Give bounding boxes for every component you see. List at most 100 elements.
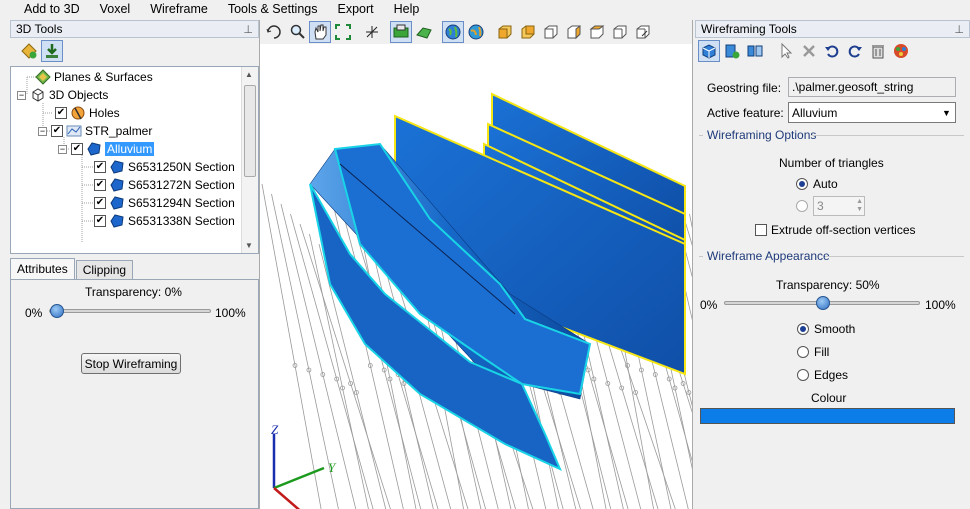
redo-button[interactable] xyxy=(844,40,866,62)
menu-help[interactable]: Help xyxy=(384,2,430,16)
menu-wireframe[interactable]: Wireframe xyxy=(140,2,218,16)
chevron-down-icon[interactable]: ▼ xyxy=(938,103,955,122)
wireframe-mode-button[interactable] xyxy=(698,40,720,62)
slider-min-label: 0% xyxy=(700,298,718,312)
pin-icon[interactable]: ⊥ xyxy=(243,23,253,36)
scroll-up-icon[interactable]: ▲ xyxy=(245,70,253,79)
surface-icon xyxy=(393,24,409,38)
menu-tools-settings[interactable]: Tools & Settings xyxy=(218,2,328,16)
tab-clipping[interactable]: Clipping xyxy=(75,260,134,279)
auto-radio[interactable] xyxy=(796,178,808,190)
appearance-transparency-slider[interactable] xyxy=(724,296,920,310)
scroll-down-icon[interactable]: ▼ xyxy=(245,241,253,250)
pan-tool-button[interactable] xyxy=(309,21,331,43)
viewport-toolbar xyxy=(260,20,692,44)
collapse-icon[interactable]: − xyxy=(38,126,47,136)
section-checkbox[interactable]: ✔ xyxy=(94,179,106,191)
manual-triangles-radio[interactable] xyxy=(796,200,808,212)
spinner-arrows-icon[interactable]: ▲ ▼ xyxy=(856,198,863,214)
cube-icon xyxy=(521,25,535,39)
colour-picker[interactable] xyxy=(700,408,955,424)
palette-icon xyxy=(894,44,908,58)
menu-voxel[interactable]: Voxel xyxy=(90,2,141,16)
view-left-button[interactable] xyxy=(540,21,562,43)
globe-icon xyxy=(445,24,461,40)
view-bottom-button[interactable] xyxy=(609,21,631,43)
slider-thumb[interactable] xyxy=(816,296,830,310)
fill-radio[interactable] xyxy=(797,346,809,358)
view-front-button[interactable] xyxy=(494,21,516,43)
globe-view-2-button[interactable] xyxy=(465,21,487,43)
tree-item-str-palmer[interactable]: − ✔ STR_palmer xyxy=(38,122,152,140)
tree-item-3d-objects[interactable]: − 3D Objects xyxy=(17,86,108,104)
tab-attributes[interactable]: Attributes xyxy=(10,258,75,279)
cube-icon xyxy=(498,25,512,39)
axes-button[interactable] xyxy=(361,21,383,43)
delete-button[interactable] xyxy=(867,40,889,62)
section-checkbox[interactable]: ✔ xyxy=(94,215,106,227)
select-tool-button[interactable] xyxy=(775,40,797,62)
drill-hole-trace xyxy=(261,183,322,509)
section-checkbox[interactable]: ✔ xyxy=(94,161,106,173)
view-iso-button[interactable] xyxy=(632,21,654,43)
tree-item-holes[interactable]: ✔ Holes xyxy=(55,104,120,122)
group-border xyxy=(699,256,703,257)
stop-wireframing-button[interactable]: Stop Wireframing xyxy=(81,353,181,374)
menu-add-to-3d[interactable]: Add to 3D xyxy=(14,2,90,16)
rotate-tool-button[interactable] xyxy=(263,21,285,43)
collapse-icon[interactable]: − xyxy=(58,144,67,154)
3d-scene[interactable]: Z Y X xyxy=(260,44,692,509)
smooth-radio[interactable] xyxy=(797,323,809,335)
slider-thumb[interactable] xyxy=(50,304,64,318)
surface-view-button[interactable] xyxy=(390,21,412,43)
tree-item-section[interactable]: ✔ S6531338N Section xyxy=(94,212,235,230)
scrollbar-thumb[interactable] xyxy=(244,85,256,177)
active-feature-select[interactable]: Alluvium ▼ xyxy=(788,102,956,123)
tree-scrollbar[interactable]: ▲ ▼ xyxy=(241,67,258,253)
holes-checkbox[interactable]: ✔ xyxy=(55,107,67,119)
fit-icon xyxy=(335,24,351,40)
cube-icon xyxy=(544,25,558,39)
delete-link-button[interactable] xyxy=(798,40,820,62)
zoom-extents-button[interactable] xyxy=(332,21,354,43)
tree-item-section[interactable]: ✔ S6531294N Section xyxy=(94,194,235,212)
add-layer-button[interactable] xyxy=(18,40,40,62)
3d-tools-title-bar: 3D Tools ⊥ xyxy=(10,20,259,38)
tree-item-planes-surfaces[interactable]: Planes & Surfaces xyxy=(35,68,153,86)
transparency-slider[interactable] xyxy=(49,304,211,318)
wireframe-view-button[interactable] xyxy=(413,21,435,43)
download-icon xyxy=(46,44,58,58)
str-palmer-checkbox[interactable]: ✔ xyxy=(51,125,63,137)
wireframing-tools-panel: Wireframing Tools ⊥ Geostring file: .\pa… xyxy=(695,20,970,509)
add-section-button[interactable] xyxy=(721,40,743,62)
tree-item-alluvium[interactable]: − ✔ Alluvium xyxy=(58,140,155,158)
view-right-button[interactable] xyxy=(563,21,585,43)
objects-icon xyxy=(30,87,46,103)
3d-viewport[interactable]: Z Y X xyxy=(259,20,693,509)
tree-item-section[interactable]: ✔ S6531250N Section xyxy=(94,158,235,176)
section-checkbox[interactable]: ✔ xyxy=(94,197,106,209)
collapse-icon[interactable]: − xyxy=(17,90,26,100)
import-button[interactable] xyxy=(41,40,63,62)
alluvium-checkbox[interactable]: ✔ xyxy=(71,143,83,155)
view-top-button[interactable] xyxy=(586,21,608,43)
geostring-file-field[interactable]: .\palmer.geosoft_string xyxy=(788,77,956,97)
undo-button[interactable] xyxy=(821,40,843,62)
edges-radio[interactable] xyxy=(797,369,809,381)
triangles-spinner[interactable]: 3 ▲ ▼ xyxy=(813,196,865,216)
pin-icon[interactable]: ⊥ xyxy=(954,23,964,36)
split-section-button[interactable] xyxy=(744,40,766,62)
globe-view-button[interactable] xyxy=(442,21,464,43)
section-icon xyxy=(109,195,125,211)
rotate-icon xyxy=(266,25,281,39)
object-tree[interactable]: Planes & Surfaces − 3D Objects ✔ Holes −… xyxy=(10,66,259,254)
colour-settings-button[interactable] xyxy=(890,40,912,62)
view-back-button[interactable] xyxy=(517,21,539,43)
tree-item-label: S6531294N Section xyxy=(128,196,235,210)
tree-item-section[interactable]: ✔ S6531272N Section xyxy=(94,176,235,194)
section-icon xyxy=(86,141,102,157)
zoom-tool-button[interactable] xyxy=(286,21,308,43)
hand-icon xyxy=(314,24,327,40)
menu-export[interactable]: Export xyxy=(327,2,383,16)
extrude-checkbox[interactable] xyxy=(755,224,767,236)
